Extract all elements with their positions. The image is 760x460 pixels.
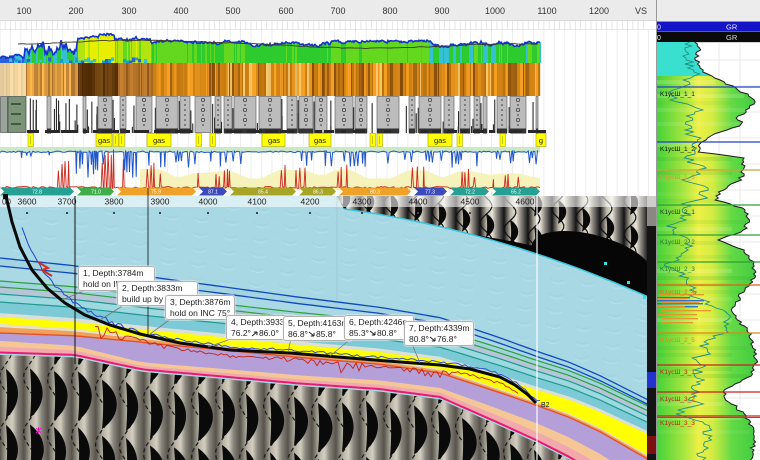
svg-text:GR: GR [726,23,738,32]
svg-text:300: 300 [121,6,136,16]
svg-text:65.2: 65.2 [511,190,521,196]
svg-text:1100: 1100 [537,6,556,16]
svg-text:1000: 1000 [485,6,505,16]
svg-text:K1ycШ_2_2: K1ycШ_2_2 [660,239,695,246]
svg-text:gas: gas [434,136,446,145]
svg-text:K1ycШ_3_1: K1ycШ_3_1 [660,369,695,376]
svg-text:VS: VS [635,6,647,16]
svg-text:4000: 4000 [199,197,218,207]
svg-text:71.0: 71.0 [91,190,101,196]
svg-text:3600: 3600 [18,197,37,207]
svg-text:B2: B2 [541,402,550,409]
svg-text:400: 400 [173,6,188,16]
svg-text:K1ycШ_2_5: K1ycШ_2_5 [660,337,695,344]
svg-text:72.8: 72.8 [32,190,42,196]
svg-text:K1ycШ_3_3: K1ycШ_3_3 [660,420,695,427]
svg-text:4600: 4600 [516,197,535,207]
svg-text:4400: 4400 [409,197,428,207]
svg-text:77.3: 77.3 [425,190,435,196]
svg-text:gas: gas [153,136,165,145]
svg-text:0: 0 [657,35,661,42]
svg-text:100: 100 [16,6,31,16]
svg-text:K1ycШ_2_1: K1ycШ_2_1 [660,209,695,216]
svg-text:3800: 3800 [105,197,124,207]
svg-text:700: 700 [330,6,345,16]
svg-text:87.1: 87.1 [208,190,218,196]
svg-text:K1ycШ_1_3: K1ycШ_1_3 [660,174,695,181]
svg-text:4100: 4100 [248,197,267,207]
svg-text:500: 500 [225,6,240,16]
svg-text:K1ycШ_2_4: K1ycШ_2_4 [660,289,695,296]
svg-text:900: 900 [434,6,449,16]
svg-text:85.4: 85.4 [258,190,268,196]
svg-text:K1ycШ_1_2: K1ycШ_1_2 [660,146,695,153]
svg-text:gas: gas [98,136,110,145]
svg-text:g: g [539,136,543,145]
svg-text:K1ycШ_3_2: K1ycШ_3_2 [660,396,695,403]
svg-text:3700: 3700 [58,197,77,207]
svg-text:K1ycШ_1_1: K1ycШ_1_1 [660,91,695,98]
svg-text:1200: 1200 [589,6,609,16]
svg-text:72.2: 72.2 [465,190,475,196]
svg-text:75.9: 75.9 [151,190,161,196]
svg-text:K1ycШ_2_3: K1ycШ_2_3 [660,266,695,273]
svg-text:86.3: 86.3 [313,190,323,196]
svg-text:4300: 4300 [353,197,372,207]
svg-text:600: 600 [278,6,293,16]
svg-text:4200: 4200 [301,197,320,207]
svg-text:3900: 3900 [151,197,170,207]
svg-text:0: 0 [657,25,661,32]
svg-text:80.3: 80.3 [370,190,380,196]
svg-text:800: 800 [382,6,397,16]
svg-text:gas: gas [314,136,326,145]
svg-text:4500: 4500 [461,197,480,207]
svg-text:GR: GR [726,33,738,42]
svg-text:gas: gas [268,136,280,145]
svg-text:200: 200 [68,6,83,16]
